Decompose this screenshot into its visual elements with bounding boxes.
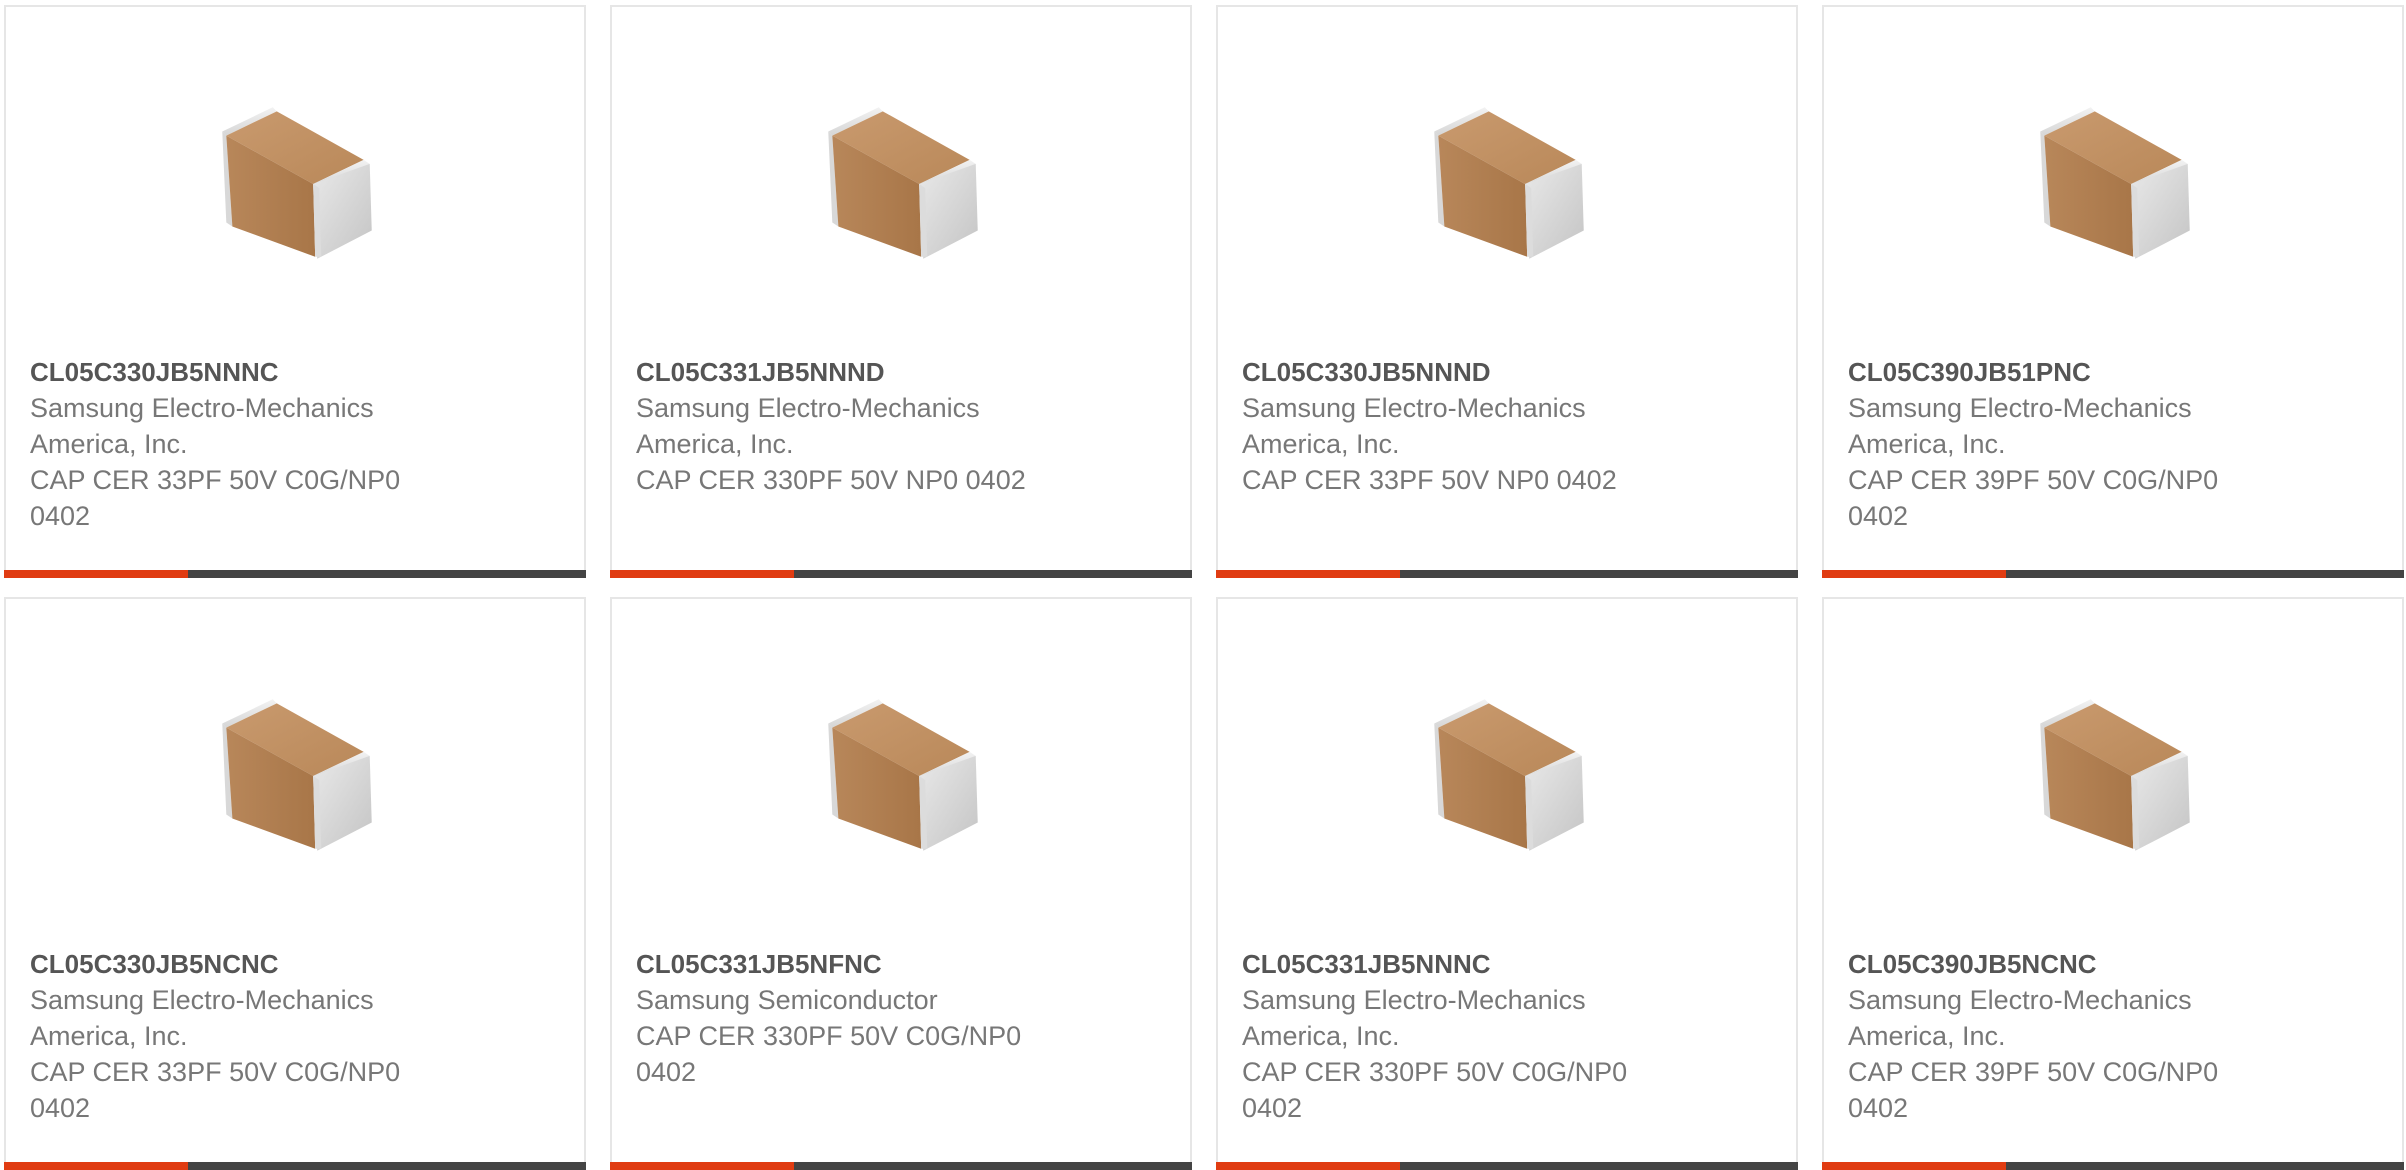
product-info: CL05C331JB5NNNC Samsung Electro-Mechanics… [1242, 946, 1662, 1126]
product-card[interactable]: CL05C390JB5NCNC Samsung Electro-Mechanics… [1822, 597, 2404, 1170]
card-accent-stripe [1822, 570, 2006, 578]
product-info: CL05C390JB5NCNC Samsung Electro-Mechanics… [1848, 946, 2268, 1126]
product-card[interactable]: CL05C331JB5NNND Samsung Electro-Mechanics… [610, 5, 1192, 578]
product-info: CL05C330JB5NCNC Samsung Electro-Mechanics… [30, 946, 450, 1126]
part-number[interactable]: CL05C330JB5NCNC [30, 946, 450, 982]
product-card[interactable]: CL05C390JB51PNC Samsung Electro-Mechanics… [1822, 5, 2404, 578]
product-card[interactable]: CL05C331JB5NNNC Samsung Electro-Mechanics… [1216, 597, 1798, 1170]
manufacturer: Samsung Electro-Mechanics [1242, 393, 1586, 423]
card-bottom-bar [1822, 570, 2404, 578]
product-description: CAP CER 33PF 50V C0G/NP0 [30, 465, 401, 495]
manufacturer: Samsung Semiconductor [636, 985, 938, 1015]
product-description: CAP CER 39PF 50V C0G/NP0 [1848, 465, 2219, 495]
manufacturer: Samsung Electro-Mechanics [1848, 393, 2192, 423]
product-grid: CL05C330JB5NNNC Samsung Electro-Mechanics… [0, 0, 2406, 1170]
product-info: CL05C390JB51PNC Samsung Electro-Mechanics… [1848, 354, 2268, 534]
card-bottom-bar [4, 570, 586, 578]
card-bottom-bar [1216, 1162, 1798, 1170]
part-number[interactable]: CL05C331JB5NNNC [1242, 946, 1662, 982]
manufacturer: Samsung Electro-Mechanics [1848, 985, 2192, 1015]
card-bottom-bar [1822, 1162, 2404, 1170]
manufacturer: America, Inc. [1242, 1021, 1400, 1051]
card-accent-stripe [4, 570, 188, 578]
card-accent-stripe [4, 1162, 188, 1170]
product-description: CAP CER 330PF 50V NP0 0402 [636, 465, 1026, 495]
card-accent-stripe [1822, 1162, 2006, 1170]
part-number[interactable]: CL05C330JB5NNND [1242, 354, 1662, 390]
product-card[interactable]: CL05C330JB5NNNC Samsung Electro-Mechanics… [4, 5, 586, 578]
card-bottom-bar [610, 1162, 1192, 1170]
product-description: CAP CER 330PF 50V C0G/NP0 [1242, 1057, 1628, 1087]
product-image[interactable] [196, 669, 398, 871]
product-description: 0402 [1242, 1093, 1303, 1123]
part-number[interactable]: CL05C331JB5NNND [636, 354, 1056, 390]
product-info: CL05C331JB5NFNC Samsung Semiconductor CAP … [636, 946, 1056, 1090]
product-image[interactable] [196, 77, 398, 279]
manufacturer: America, Inc. [30, 1021, 188, 1051]
manufacturer: Samsung Electro-Mechanics [30, 985, 374, 1015]
product-description: 0402 [30, 1093, 91, 1123]
product-image[interactable] [802, 77, 1004, 279]
product-image[interactable] [2014, 77, 2216, 279]
card-bottom-bar [1216, 570, 1798, 578]
manufacturer: America, Inc. [1848, 429, 2006, 459]
manufacturer: America, Inc. [636, 429, 794, 459]
manufacturer: Samsung Electro-Mechanics [30, 393, 374, 423]
product-image[interactable] [2014, 669, 2216, 871]
manufacturer: America, Inc. [30, 429, 188, 459]
product-info: CL05C331JB5NNND Samsung Electro-Mechanics… [636, 354, 1056, 498]
product-description: CAP CER 33PF 50V C0G/NP0 [30, 1057, 401, 1087]
product-image[interactable] [802, 669, 1004, 871]
product-card[interactable]: CL05C330JB5NNND Samsung Electro-Mechanics… [1216, 5, 1798, 578]
card-accent-stripe [1216, 570, 1400, 578]
product-description: CAP CER 39PF 50V C0G/NP0 [1848, 1057, 2219, 1087]
product-description: CAP CER 330PF 50V C0G/NP0 [636, 1021, 1022, 1051]
product-description: 0402 [1848, 1093, 1909, 1123]
manufacturer: America, Inc. [1242, 429, 1400, 459]
product-image[interactable] [1408, 77, 1610, 279]
card-accent-stripe [610, 570, 794, 578]
part-number[interactable]: CL05C330JB5NNNC [30, 354, 450, 390]
product-card[interactable]: CL05C331JB5NFNC Samsung Semiconductor CAP … [610, 597, 1192, 1170]
part-number[interactable]: CL05C331JB5NFNC [636, 946, 1056, 982]
product-description: 0402 [1848, 501, 1909, 531]
manufacturer: America, Inc. [1848, 1021, 2006, 1051]
card-accent-stripe [1216, 1162, 1400, 1170]
card-bottom-bar [610, 570, 1192, 578]
part-number[interactable]: CL05C390JB5NCNC [1848, 946, 2268, 982]
product-description: CAP CER 33PF 50V NP0 0402 [1242, 465, 1617, 495]
product-info: CL05C330JB5NNNC Samsung Electro-Mechanics… [30, 354, 450, 534]
card-accent-stripe [610, 1162, 794, 1170]
product-image[interactable] [1408, 669, 1610, 871]
card-bottom-bar [4, 1162, 586, 1170]
manufacturer: Samsung Electro-Mechanics [636, 393, 980, 423]
part-number[interactable]: CL05C390JB51PNC [1848, 354, 2268, 390]
product-card[interactable]: CL05C330JB5NCNC Samsung Electro-Mechanics… [4, 597, 586, 1170]
product-info: CL05C330JB5NNND Samsung Electro-Mechanics… [1242, 354, 1662, 498]
product-description: 0402 [30, 501, 91, 531]
manufacturer: Samsung Electro-Mechanics [1242, 985, 1586, 1015]
product-description: 0402 [636, 1057, 697, 1087]
